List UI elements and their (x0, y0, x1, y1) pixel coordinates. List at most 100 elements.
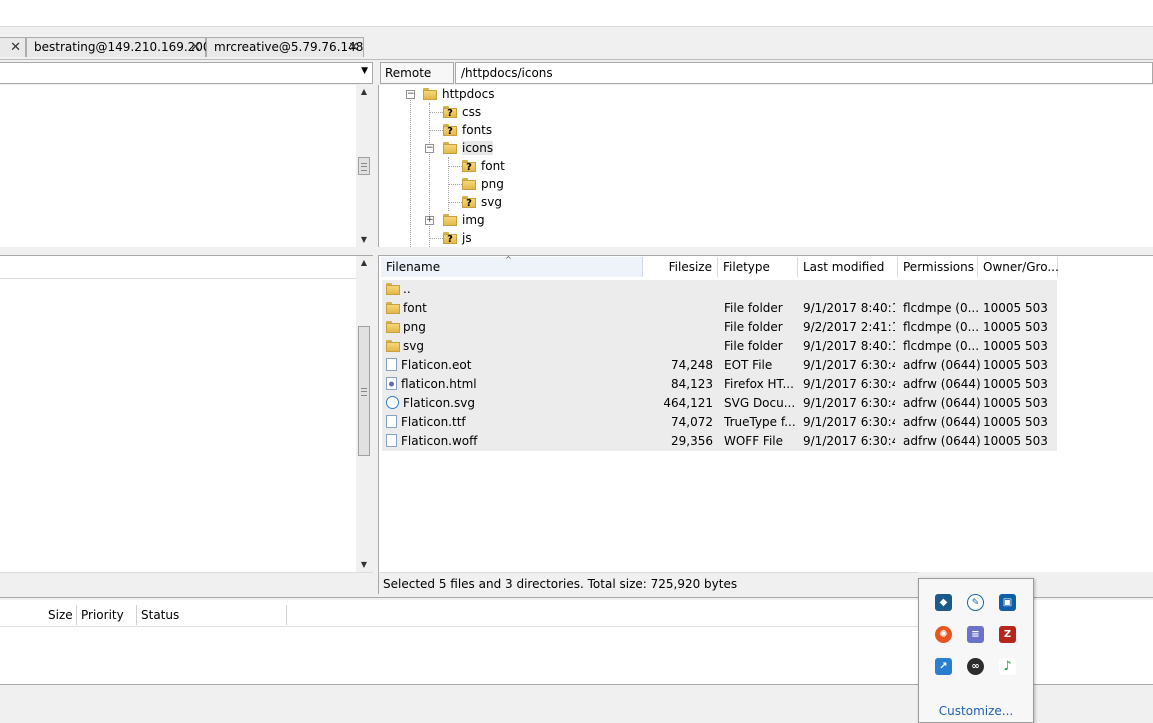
display-icon[interactable]: ▣ (999, 594, 1016, 611)
file-row[interactable]: Flaticon.ttf 74,072 TrueType f... 9/1/2017 … (382, 413, 1057, 432)
local-file-list[interactable] (0, 256, 356, 572)
cell-perms: adfrw (0644) (903, 432, 981, 451)
cell-text: font (403, 301, 427, 315)
cell-text: 9/1/2017 6:30:4... (803, 377, 895, 391)
remote-tree[interactable]: − httpdocs css fonts − icons font png sv… (378, 85, 1153, 247)
cell-text: 464,121 (663, 396, 713, 410)
cell-text: flcdmpe (0... (903, 339, 980, 353)
tree-node-httpdocs[interactable]: httpdocs (423, 85, 494, 103)
tree-node-png[interactable]: png (462, 175, 504, 193)
cell-modified: 9/1/2017 6:30:4... (803, 413, 895, 432)
cell-size (643, 280, 713, 299)
cell-text: 29,356 (671, 434, 713, 448)
creative-cloud-icon[interactable]: ∞ (967, 658, 984, 675)
tab-bestrating[interactable]: bestrating@149.210.169.200 ✕ (26, 37, 211, 57)
tree-node-js[interactable]: js (443, 229, 472, 247)
local-status-bar (0, 572, 373, 595)
column-owner-group[interactable]: Owner/Gro... (978, 257, 1059, 277)
scroll-down-icon[interactable]: ▼ (356, 558, 372, 572)
file-row[interactable]: svg File folder 9/1/2017 8:40:1... flcdmpe … (382, 337, 1057, 356)
unknown-folder-icon (443, 124, 457, 136)
tab-mrcreative[interactable]: mrcreative@5.79.76.148 ✕ (206, 37, 364, 57)
file-row[interactable]: font File folder 9/1/2017 8:40:1... flcdmpe… (382, 299, 1057, 318)
collapse-icon[interactable]: − (425, 144, 434, 153)
local-tree[interactable] (0, 85, 356, 247)
scroll-down-icon[interactable]: ▼ (356, 233, 372, 247)
scroll-up-icon[interactable]: ▲ (356, 85, 372, 99)
local-tree-scrollbar[interactable]: ▲ ▼ (356, 85, 372, 247)
queue-panel-right (1034, 600, 1153, 684)
cell-text: 9/1/2017 6:30:4... (803, 434, 895, 448)
file-row[interactable]: png File folder 9/2/2017 2:41:1... flcdmpe … (382, 318, 1057, 337)
collapse-icon[interactable]: − (406, 90, 415, 99)
tree-node-img[interactable]: img (443, 211, 485, 229)
wrench-tool-icon[interactable]: ✎ (967, 594, 984, 611)
column-filesize[interactable]: Filesize (643, 257, 718, 277)
cell-text: adfrw (0644) (903, 415, 981, 429)
column-permissions[interactable]: Permissions (898, 257, 978, 277)
cell-perms: flcdmpe (0... (903, 318, 981, 337)
filezilla-icon[interactable]: Z (999, 626, 1016, 643)
local-site-dropdown[interactable]: ▼ (0, 62, 373, 84)
local-list-scrollbar[interactable]: ▲ ▼ (356, 256, 372, 572)
cell-size (643, 299, 713, 318)
horizontal-splitter[interactable] (0, 247, 1153, 256)
cell-text: 10005 503 (983, 415, 1048, 429)
file-row[interactable]: Flaticon.woff 29,356 WOFF File 9/1/2017 6:3… (382, 432, 1057, 451)
cell-text: flcdmpe (0... (903, 301, 980, 315)
tree-node-svg[interactable]: svg (462, 193, 502, 211)
tree-node-fonts[interactable]: fonts (443, 121, 492, 139)
scroll-thumb[interactable] (358, 326, 370, 456)
queue-column-priority[interactable]: Priority (77, 605, 137, 625)
cell-text: .. (403, 282, 411, 296)
cell-text: 9/1/2017 6:30:4... (803, 396, 895, 410)
cell-type: EOT File (724, 356, 800, 375)
cell-text: 84,123 (671, 377, 713, 391)
remote-site-label: Remote site: (380, 62, 454, 100)
stack-layers-icon[interactable]: ≡ (967, 626, 984, 643)
tree-node-font[interactable]: font (462, 157, 505, 175)
tree-node-icons[interactable]: icons (443, 139, 494, 157)
file-row[interactable]: Flaticon.eot 74,248 EOT File 9/1/2017 6:30:… (382, 356, 1057, 375)
close-tab-icon[interactable]: ✕ (190, 38, 201, 57)
remote-path-input[interactable]: /httpdocs/icons (455, 62, 1153, 84)
cell-type: File folder (724, 337, 800, 356)
vpn-shield-icon[interactable]: ◆ (935, 594, 952, 611)
column-last-modified[interactable]: Last modified (798, 257, 898, 277)
column-filename[interactable]: Filename ^ (381, 255, 643, 277)
html-file-icon (386, 377, 397, 390)
file-row[interactable]: flaticon.html 84,123 Firefox HT... 9/1/2017… (382, 375, 1057, 394)
cell-type: File folder (724, 299, 800, 318)
customize-link[interactable]: Customize... (919, 704, 1033, 718)
cell-name: .. (382, 280, 646, 299)
cell-text: File folder (724, 301, 783, 315)
tree-node-css[interactable]: css (443, 103, 481, 121)
file-row[interactable]: Flaticon.svg 464,121 SVG Docu... 9/1/2017 6… (382, 394, 1057, 413)
cell-text: 10005 503 (983, 301, 1048, 315)
close-tab-icon[interactable]: ✕ (348, 38, 359, 57)
cell-text: 74,248 (671, 358, 713, 372)
close-tab-icon[interactable]: ✕ (10, 38, 21, 57)
column-filetype[interactable]: Filetype (718, 257, 798, 277)
cell-type: TrueType f... (724, 413, 800, 432)
cell-text: Flaticon.eot (401, 358, 472, 372)
cell-type (724, 280, 800, 299)
tray-overflow-popup: ◆ ✎ ▣ ✺ ≡ Z ↗ ∞ ♪ Customize... (918, 578, 1034, 723)
cell-text: 9/1/2017 6:30:4... (803, 415, 895, 429)
cell-modified: 9/1/2017 6:30:4... (803, 375, 895, 394)
folder-icon (386, 302, 400, 314)
scroll-up-icon[interactable]: ▲ (356, 256, 372, 270)
file-row[interactable]: .. (382, 280, 1057, 299)
cell-type: File folder (724, 318, 800, 337)
queue-column-size[interactable]: Size (44, 605, 77, 625)
scroll-thumb[interactable] (358, 157, 370, 175)
bird-icon[interactable]: ♪ (999, 658, 1016, 675)
burst-app-icon[interactable]: ✺ (935, 626, 952, 643)
tab-site-1[interactable]: ✕ (0, 37, 26, 57)
queue-column-status[interactable]: Status (137, 605, 287, 625)
expand-icon[interactable]: + (425, 216, 434, 225)
chevron-down-icon[interactable]: ▼ (361, 66, 368, 76)
cell-size: 464,121 (643, 394, 713, 413)
cell-modified: 9/1/2017 6:30:4... (803, 356, 895, 375)
monitor-arrow-icon[interactable]: ↗ (935, 658, 952, 675)
